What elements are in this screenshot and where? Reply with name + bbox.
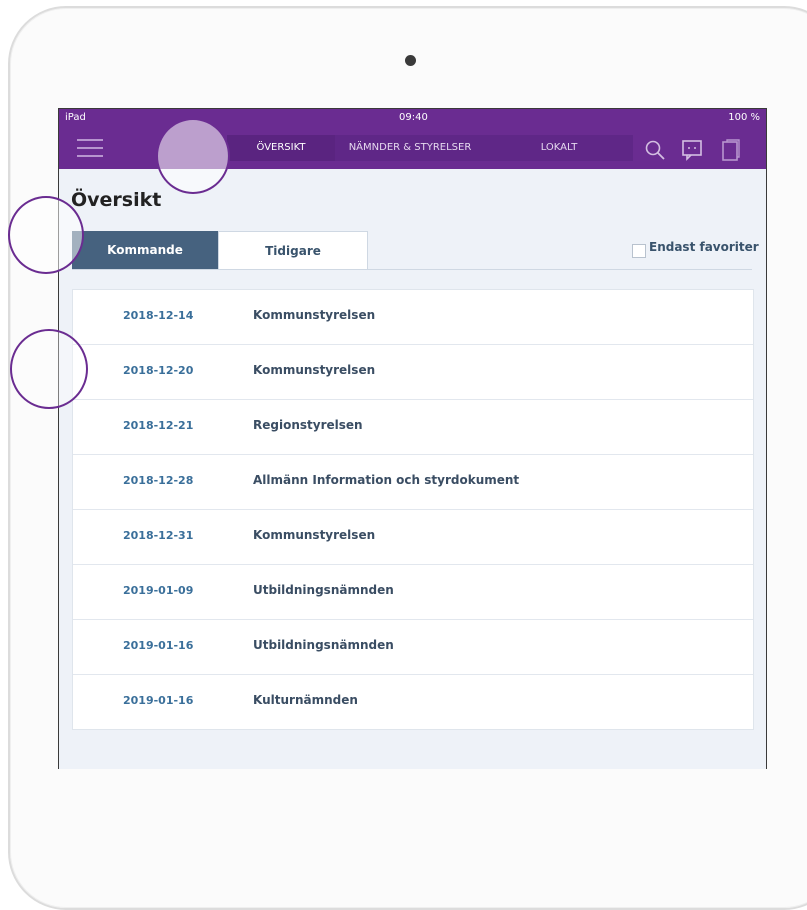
- status-bar: iPad 09:40 100 %: [59, 109, 766, 127]
- meeting-title: Kommunstyrelsen: [253, 363, 376, 377]
- list-item[interactable]: 2019-01-16 Utbildningsnämnden: [73, 620, 753, 675]
- tab-namnder-styrelser[interactable]: NÄMNDER & STYRELSER: [335, 135, 485, 161]
- favorites-label: Endast favoriter: [649, 240, 759, 254]
- tab-oversikt[interactable]: ÖVERSIKT: [227, 135, 335, 161]
- meeting-date: 2018-12-21: [123, 419, 194, 432]
- meeting-date: 2018-12-20: [123, 364, 194, 377]
- meeting-title: Kommunstyrelsen: [253, 308, 376, 322]
- page-title: Översikt: [71, 189, 162, 211]
- meeting-title: Allmänn Information och styrdokument: [253, 473, 520, 487]
- meeting-date: 2019-01-09: [123, 584, 194, 597]
- favorites-checkbox[interactable]: [632, 244, 646, 258]
- meeting-date: 2019-01-16: [123, 639, 194, 652]
- list-item[interactable]: 2018-12-31 Kommunstyrelsen: [73, 510, 753, 565]
- list-item[interactable]: 2018-12-21 Regionstyrelsen: [73, 400, 753, 455]
- highlight-circle: [8, 196, 84, 274]
- list-item[interactable]: 2018-12-20 Kommunstyrelsen: [73, 345, 753, 400]
- meeting-title: Utbildningsnämnden: [253, 638, 394, 652]
- clock: 09:40: [399, 112, 428, 123]
- meeting-date: 2018-12-28: [123, 474, 194, 487]
- meeting-title: Regionstyrelsen: [253, 418, 363, 432]
- highlight-circle: [156, 118, 230, 194]
- battery-level: 100 %: [728, 112, 760, 123]
- segment-tidigare[interactable]: Tidigare: [218, 231, 368, 269]
- meeting-title: Kulturnämnden: [253, 693, 358, 707]
- meeting-title: Utbildningsnämnden: [253, 583, 394, 597]
- meeting-title: Kommunstyrelsen: [253, 528, 376, 542]
- highlight-circle: [10, 329, 88, 409]
- segment-divider: [72, 269, 752, 270]
- tab-lokalt[interactable]: LOKALT: [485, 135, 633, 161]
- search-icon[interactable]: [644, 139, 666, 161]
- list-item[interactable]: 2019-01-16 Kulturnämnden: [73, 675, 753, 729]
- document-icon[interactable]: [721, 139, 741, 161]
- meeting-date: 2018-12-14: [123, 309, 194, 322]
- list-item[interactable]: 2018-12-14 Kommunstyrelsen: [73, 290, 753, 345]
- meeting-list: 2018-12-14 Kommunstyrelsen 2018-12-20 Ko…: [72, 289, 754, 730]
- menu-icon[interactable]: [77, 139, 103, 159]
- chat-icon[interactable]: [681, 139, 703, 161]
- meeting-date: 2018-12-31: [123, 529, 194, 542]
- camera-dot: [405, 55, 416, 66]
- segment-kommande[interactable]: Kommande: [72, 231, 218, 269]
- app-screen: iPad 09:40 100 % ÖVERSIKT NÄMNDER & STYR…: [58, 108, 767, 769]
- list-item[interactable]: 2018-12-28 Allmänn Information och styrd…: [73, 455, 753, 510]
- meeting-date: 2019-01-16: [123, 694, 194, 707]
- device-label: iPad: [65, 112, 86, 123]
- list-item[interactable]: 2019-01-09 Utbildningsnämnden: [73, 565, 753, 620]
